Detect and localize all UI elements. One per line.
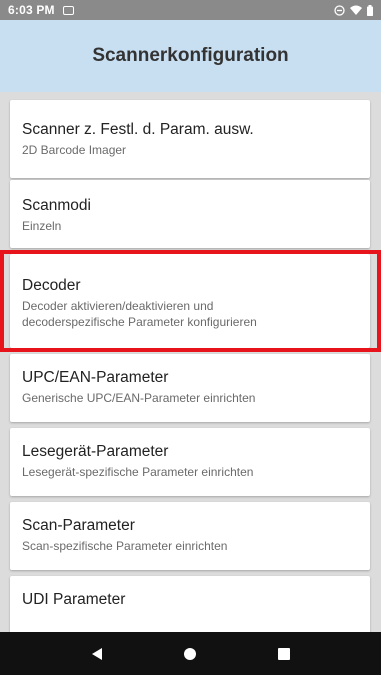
item-title: UDI Parameter [22, 591, 126, 608]
list-item-scanner-select[interactable]: Scanner z. Festl. d. Param. ausw. 2D Bar… [10, 100, 370, 178]
do-not-disturb-icon [334, 4, 345, 16]
item-subtitle-line2: decoderspezifische Parameter konfigurier… [22, 315, 257, 329]
item-subtitle: 2D Barcode Imager [22, 143, 127, 157]
app-bar: Scannerkonfiguration [0, 20, 381, 92]
navigation-bar [0, 632, 381, 675]
page-title: Scannerkonfiguration [92, 45, 289, 66]
back-button[interactable] [77, 634, 117, 674]
recents-icon [278, 647, 291, 660]
item-subtitle-line1: Decoder aktivieren/deaktivieren und [22, 299, 214, 313]
item-subtitle: Lesegerät-spezifische Parameter einricht… [22, 465, 254, 479]
list-item-upc-ean[interactable]: UPC/EAN-Parameter Generische UPC/EAN-Par… [10, 354, 370, 422]
battery-icon [367, 4, 373, 16]
list-item-udi-params[interactable]: UDI Parameter [10, 576, 370, 632]
list-item-reader-params[interactable]: Lesegerät-Parameter Lesegerät-spezifisch… [10, 428, 370, 496]
list-item-decoder[interactable]: Decoder Decoder aktivieren/deaktivieren … [10, 254, 370, 348]
item-title: UPC/EAN-Parameter [22, 369, 169, 386]
status-icons [334, 4, 373, 16]
image-notification-icon [62, 5, 74, 15]
item-title: Decoder [22, 277, 81, 294]
back-icon [91, 647, 102, 660]
item-title: Scanmodi [22, 197, 91, 214]
item-title: Lesegerät-Parameter [22, 443, 169, 460]
item-subtitle: Scan-spezifische Parameter einrichten [22, 539, 228, 553]
list-item-scan-params[interactable]: Scan-Parameter Scan-spezifische Paramete… [10, 502, 370, 570]
status-time: 6:03 PM [8, 3, 55, 17]
item-subtitle: Generische UPC/EAN-Parameter einrichten [22, 391, 256, 405]
item-title: Scanner z. Festl. d. Param. ausw. [22, 121, 254, 138]
recents-button[interactable] [264, 634, 304, 674]
item-title: Scan-Parameter [22, 517, 135, 534]
status-bar: 6:03 PM [0, 0, 381, 20]
settings-list[interactable]: Scanner z. Festl. d. Param. ausw. 2D Bar… [0, 92, 381, 632]
list-item-scan-modes[interactable]: Scanmodi Einzeln [10, 180, 370, 248]
wifi-icon [350, 5, 362, 15]
home-icon [184, 647, 197, 660]
home-button[interactable] [170, 634, 210, 674]
item-subtitle: Einzeln [22, 219, 62, 233]
